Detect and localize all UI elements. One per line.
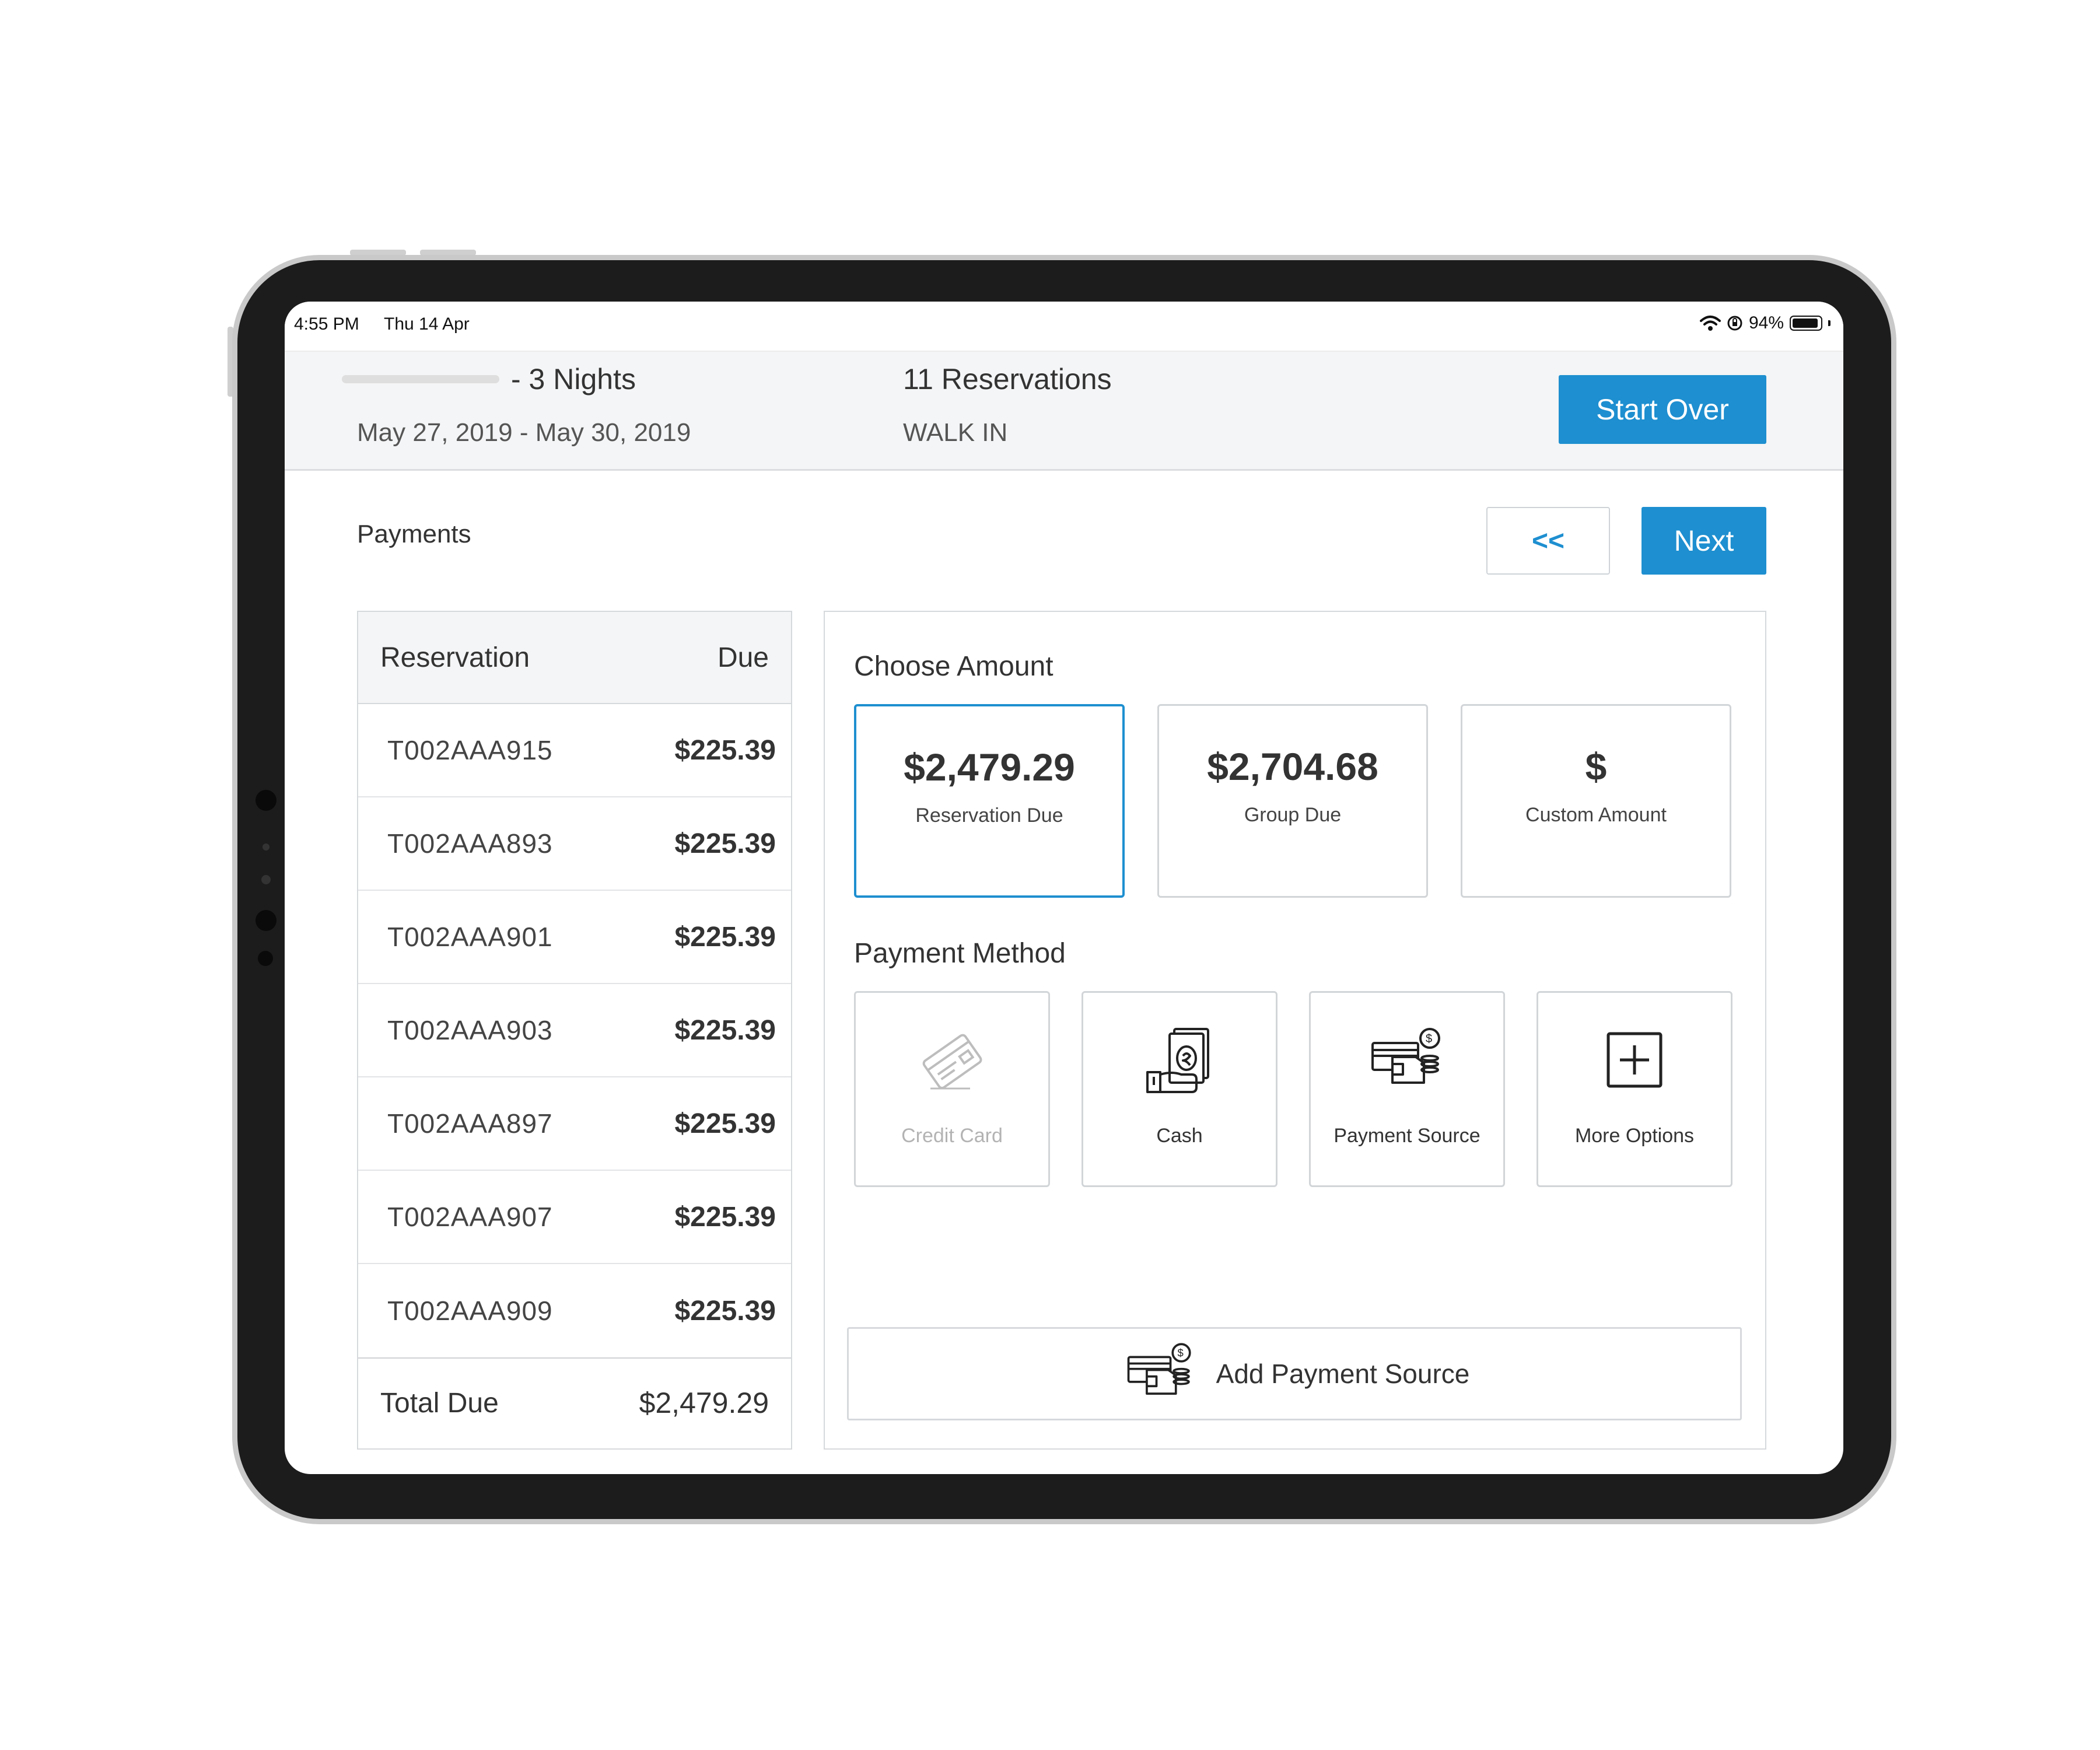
column-header-due: Due [717, 642, 769, 673]
next-button[interactable]: Next [1642, 507, 1766, 575]
cash-icon [1146, 1028, 1209, 1093]
battery-icon [1790, 316, 1822, 331]
guest-name-placeholder [342, 375, 499, 383]
nights-count: - 3 Nights [511, 363, 636, 396]
add-payment-source-button[interactable]: $ Add Payment Source [847, 1327, 1742, 1420]
method-label: Payment Source [1334, 1125, 1480, 1147]
battery-level-fill [1793, 318, 1818, 328]
camera-dot [256, 910, 276, 931]
amount-option-reservation-due[interactable]: $2,479.29 Reservation Due [854, 704, 1125, 898]
table-row[interactable]: T002AAA893 $225.39 [358, 797, 791, 891]
table-header: Reservation Due [358, 612, 791, 704]
start-over-button[interactable]: Start Over [1559, 375, 1766, 444]
reservation-due: $225.39 [674, 1014, 776, 1046]
orientation-lock-icon [1727, 316, 1742, 331]
reservation-header: - 3 Nights May 27, 2019 - May 30, 2019 1… [285, 351, 1843, 471]
wifi-icon [1699, 316, 1721, 331]
reservation-due: $225.39 [674, 921, 776, 953]
method-cash[interactable]: Cash [1082, 991, 1278, 1187]
payment-source-icon: $ [1371, 1028, 1440, 1084]
payment-source-icon: $ [1127, 1343, 1191, 1395]
payment-panel: Choose Amount $2,479.29 Reservation Due … [824, 611, 1766, 1450]
method-payment-source[interactable]: $ Payment Source [1309, 991, 1505, 1187]
amount-label: Group Due [1244, 804, 1342, 826]
reservation-id: T002AAA915 [387, 735, 553, 765]
reservation-id: T002AAA909 [387, 1296, 553, 1326]
camera-dot [258, 951, 273, 966]
status-indicators: 94% [1699, 313, 1831, 333]
reservations-count: 11 Reservations [903, 363, 1112, 396]
amount-label: Reservation Due [915, 804, 1063, 827]
total-due-label: Total Due [380, 1387, 499, 1419]
table-row[interactable]: T002AAA909 $225.39 [358, 1264, 791, 1357]
reservation-id: T002AAA903 [387, 1015, 553, 1045]
method-credit-card[interactable]: Credit Card [854, 991, 1050, 1187]
amount-value: $ [1585, 745, 1607, 788]
reservation-due: $225.39 [674, 1201, 776, 1233]
reservation-id: T002AAA901 [387, 922, 553, 952]
battery-percent: 94% [1748, 313, 1784, 332]
table-row[interactable]: T002AAA907 $225.39 [358, 1171, 791, 1264]
reservation-id: T002AAA897 [387, 1108, 553, 1139]
status-bar: 4:55 PM Thu 14 Apr 94% [285, 302, 1843, 351]
table-row[interactable]: T002AAA901 $225.39 [358, 891, 791, 984]
plus-square-icon [1606, 1032, 1662, 1088]
amount-value: $2,704.68 [1207, 745, 1378, 788]
back-button[interactable]: << [1486, 507, 1610, 575]
reservation-id: T002AAA907 [387, 1202, 553, 1232]
method-label: Credit Card [901, 1125, 1003, 1147]
method-more-options[interactable]: More Options [1536, 991, 1732, 1187]
total-due-row: Total Due $2,479.29 [358, 1357, 791, 1447]
reservation-source: WALK IN [903, 418, 1008, 447]
reservation-due: $225.39 [674, 828, 776, 859]
method-label: More Options [1574, 1125, 1695, 1147]
camera-dot [256, 790, 276, 811]
amount-label: Custom Amount [1525, 804, 1667, 826]
table-row[interactable]: T002AAA915 $225.39 [358, 704, 791, 797]
total-due-value: $2,479.29 [639, 1387, 769, 1419]
amount-option-group-due[interactable]: $2,704.68 Group Due [1157, 704, 1428, 898]
status-date: Thu 14 Apr [384, 314, 470, 334]
camera-dot [262, 844, 270, 850]
reservation-due: $225.39 [674, 1108, 776, 1139]
amount-option-custom[interactable]: $ Custom Amount [1461, 704, 1731, 898]
amount-value: $2,479.29 [904, 746, 1075, 789]
method-label: Cash [1156, 1125, 1203, 1147]
credit-card-icon [922, 1034, 982, 1090]
reservation-due: $225.39 [674, 734, 776, 766]
reservation-due: $225.39 [674, 1295, 776, 1326]
stay-dates: May 27, 2019 - May 30, 2019 [357, 418, 691, 447]
svg-text:$: $ [1426, 1032, 1432, 1045]
reservation-id: T002AAA893 [387, 828, 553, 859]
payment-method-title: Payment Method [854, 938, 1066, 969]
column-header-reservation: Reservation [380, 642, 530, 673]
battery-tip [1828, 320, 1831, 326]
status-time: 4:55 PM [294, 314, 359, 334]
add-payment-source-label: Add Payment Source [1216, 1359, 1470, 1389]
reservations-table: Reservation Due T002AAA915 $225.39 T002A… [357, 611, 792, 1450]
camera-dot [261, 875, 271, 884]
choose-amount-title: Choose Amount [854, 651, 1054, 682]
page-title: Payments [357, 520, 471, 548]
table-row[interactable]: T002AAA903 $225.39 [358, 984, 791, 1077]
svg-text:$: $ [1177, 1346, 1183, 1359]
screen: 4:55 PM Thu 14 Apr 94% - 3 Nights May 27… [285, 302, 1843, 1474]
table-row[interactable]: T002AAA897 $225.39 [358, 1077, 791, 1171]
